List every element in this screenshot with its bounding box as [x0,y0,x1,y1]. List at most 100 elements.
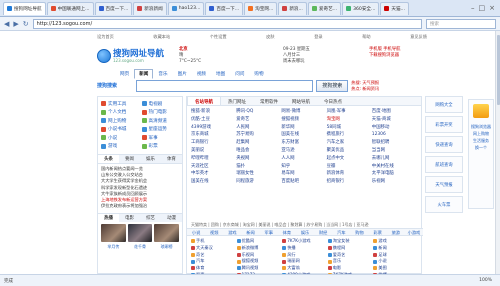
category-site-link[interactable]: 音乐 [327,258,374,264]
category-site-link[interactable]: 淘宝女装 [327,238,374,244]
category-site-link[interactable]: 优酷网 [236,238,283,244]
category-link[interactable]: 娱乐 [296,229,314,235]
site-tab[interactable]: 热门网址 [221,97,253,105]
site-link[interactable]: 携程旅行 [327,131,372,138]
video-caption[interactable]: 琅琊榜 [154,244,179,250]
close-icon[interactable]: × [489,4,495,12]
video-thumbnail[interactable] [101,224,126,243]
browser-tab[interactable]: 爱奇艺... [307,1,342,15]
site-link[interactable]: 东方财富 [281,139,326,146]
site-link[interactable]: 4399游戏 [191,124,236,131]
site-link[interactable]: 新华网 [281,124,326,131]
site-tab[interactable]: 今日热点 [317,97,349,105]
site-link[interactable]: 智联招聘 [372,139,417,146]
category-link[interactable]: 财经 [314,229,332,235]
sogou-logo[interactable]: 搜狗网址导航 123.sogou.com [97,49,164,63]
browser-tab[interactable]: hao123... [167,1,205,15]
site-link[interactable]: 新浪体育 [327,170,372,177]
site-link[interactable]: 同程旅游 [236,178,281,185]
category-link[interactable]: 小游戏 [405,229,423,235]
video-tab[interactable]: 电影 [119,214,140,222]
browser-tab[interactable]: 新浪... [278,1,307,15]
site-link[interactable]: 豆瓣 [327,163,372,170]
top-link[interactable]: 收藏本站 [153,34,170,42]
browser-tab[interactable]: 360安全... [342,1,380,15]
site-link[interactable]: 58同城 [327,124,372,131]
site-link[interactable]: 亚马逊 [281,147,326,154]
video-thumbnail[interactable] [127,224,153,243]
site-link[interactable]: 哔哩哔哩 [191,155,236,162]
category-site-link[interactable]: 瑞丽网 [282,258,328,264]
site-link[interactable]: 国美在线 [191,178,236,185]
video-caption[interactable]: 花千骨 [128,244,153,250]
maximize-icon[interactable]: □ [479,4,486,12]
quick-link[interactable]: 高清频道 [141,117,180,125]
site-link[interactable]: 百度·地图 [372,108,417,115]
category-site-link[interactable]: 大天秦汉 [191,245,237,251]
site-link[interactable]: 百度贴吧 [281,178,326,185]
category-link[interactable]: 游戏 [223,229,241,235]
category-link[interactable]: 购物 [350,229,368,235]
site-link[interactable]: 猫扑 [236,163,281,170]
site-link[interactable]: 招商银行 [327,178,372,185]
shopping-links-row[interactable]: 天猫特卖 | 团购 | 京东商城 | 淘宝网 | 美丽说 | 唯品会 | 聚划算… [187,221,423,228]
site-link[interactable]: 起点中文 [327,155,372,162]
category-link[interactable]: 旅游 [387,229,405,235]
news-tab[interactable]: 头条 [98,155,119,163]
category-site-link[interactable]: 汽车 [191,258,237,264]
promo-links[interactable]: 手机版 手机导航 下载搜狗浏览器 [369,47,400,59]
top-link[interactable]: 意见反馈 [410,34,427,42]
category-site-link[interactable]: 大富翁 [282,265,328,271]
category-link[interactable]: 体育 [278,229,296,235]
category-link[interactable]: 小说 [187,229,205,235]
ad-link[interactable]: 搜狗浏览器 [471,124,491,130]
site-link[interactable]: 易车网 [281,170,326,177]
refresh-icon[interactable]: ↻ [23,20,29,28]
browser-tab[interactable]: 中国联通网上... [46,1,94,15]
category-link[interactable]: 汽车 [332,229,350,235]
news-item[interactable]: 伊拉克政府表示将加强治 [101,203,179,209]
site-link[interactable]: 国美在线 [281,131,326,138]
ad-link[interactable]: 换一个 [475,145,487,151]
browser-tab[interactable]: 搜狗网址导航 [3,1,46,15]
site-link[interactable]: 优酷·土豆 [191,116,236,123]
site-link[interactable]: 苏宁易购 [236,131,281,138]
site-link[interactable]: 淘宝网 [327,116,372,123]
quick-link[interactable]: 军事 [141,134,180,142]
site-link[interactable]: 聚美优品 [327,147,372,154]
site-link[interactable]: 太平洋电脑 [372,170,417,177]
service-box[interactable]: 彩票开奖 [425,116,463,133]
quick-link[interactable]: 网上购物 [101,117,139,125]
category-site-link[interactable]: 美图 [373,265,419,271]
news-tab[interactable]: 要闻 [119,155,140,163]
service-box[interactable]: 快递查询 [425,136,463,153]
site-link[interactable]: 天涯社区 [191,163,236,170]
category-link[interactable]: 视频 [205,229,223,235]
zoom-level[interactable]: 100% [479,278,500,283]
site-link[interactable]: 当当网 [372,147,417,154]
site-link[interactable]: 美丽说 [191,147,236,154]
category-site-link[interactable]: 快播 [282,245,328,251]
quick-link[interactable]: 彩票 [141,143,180,151]
address-input[interactable]: http://123.sogou.com/ [32,18,422,29]
site-link[interactable]: 人人网 [281,155,326,162]
browser-tab[interactable]: 淘宝网... [244,1,278,15]
site-link[interactable]: 去哪儿网 [372,155,417,162]
back-arrow-icon[interactable]: ◀ [4,20,9,28]
category-site-link[interactable]: 7K7K小游戏 [282,238,328,244]
video-tab[interactable]: 热播 [98,214,119,223]
site-link[interactable]: 唯品会 [236,147,281,154]
category-link[interactable]: 彩票 [369,229,387,235]
news-tab[interactable]: 体育 [161,155,182,163]
browser-tab[interactable]: 天猫... [380,1,409,15]
category-site-link[interactable]: 携程网 [327,245,374,251]
search-button[interactable]: 搜狗搜索 [316,79,349,92]
category-site-link[interactable]: 足球 [373,252,419,258]
site-link[interactable]: 京东商城 [191,131,236,138]
site-link[interactable]: 天猫·商城 [372,116,417,123]
browser-tab[interactable]: 新浪新闻 [133,1,167,15]
site-link[interactable]: 中国移动 [372,124,417,131]
service-box[interactable]: 火车票 [425,196,463,213]
top-link[interactable]: 设为首页 [97,34,114,42]
category-site-link[interactable]: 腾讯视频 [236,265,283,271]
